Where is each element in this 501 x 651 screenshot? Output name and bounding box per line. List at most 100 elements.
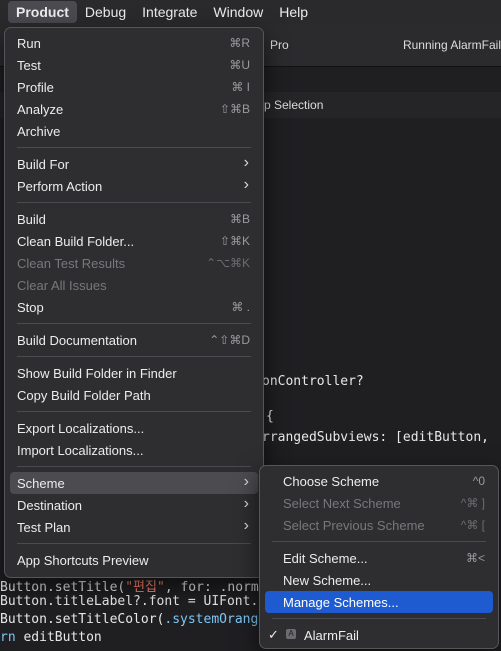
menu-item-clear-all-issues: Clear All Issues — [10, 274, 258, 296]
menu-item-label: Manage Schemes... — [283, 595, 399, 610]
menu-item-build-documentation[interactable]: Build Documentation ⌃⇧⌘D — [10, 329, 258, 351]
menu-item-profile[interactable]: Profile ⌘ I — [10, 76, 258, 98]
menu-item-stop[interactable]: Stop ⌘ . — [10, 296, 258, 318]
menu-item-clean-build-folder[interactable]: Clean Build Folder... ⇧⌘K — [10, 230, 258, 252]
menu-item-run[interactable]: Run ⌘R — [10, 32, 258, 54]
chevron-right-icon: › — [243, 154, 249, 171]
code-line: Button.setTitleColor(.systemOrang — [0, 612, 258, 627]
code-line: { — [266, 409, 274, 424]
menu-item-scheme[interactable]: Scheme › — [10, 472, 258, 494]
code-line: rn editButton — [0, 630, 102, 645]
menu-item-show-build-folder[interactable]: Show Build Folder in Finder — [10, 362, 258, 384]
code-keyword: rn — [0, 630, 16, 645]
menu-item-label: Clear All Issues — [17, 278, 107, 293]
menu-item-perform-action[interactable]: Perform Action › — [10, 175, 258, 197]
menu-item-label: Build Documentation — [17, 333, 137, 348]
menu-item-app-shortcuts-preview[interactable]: App Shortcuts Preview — [10, 549, 258, 571]
code-text: Button.setTitleColor( — [0, 612, 165, 627]
menu-item-label: Destination — [17, 498, 83, 513]
code-text: { — [266, 409, 274, 424]
code-text: Button.setTitle( — [0, 580, 126, 595]
menubar-product[interactable]: Product — [8, 1, 77, 23]
menu-separator — [17, 466, 251, 467]
code-line: Button.setTitle("편집", for: .norm — [0, 576, 259, 595]
menu-item-label: Export Localizations... — [17, 421, 145, 436]
menubar-help[interactable]: Help — [271, 1, 316, 23]
menu-item-shortcut: ^⌘ ] — [460, 496, 485, 510]
menu-item-shortcut: ⌘U — [229, 58, 250, 72]
menu-item-label: Select Previous Scheme — [283, 518, 425, 533]
menu-item-test[interactable]: Test ⌘U — [10, 54, 258, 76]
menu-item-shortcut: ⌘R — [229, 36, 250, 50]
menu-item-test-plan[interactable]: Test Plan › — [10, 516, 258, 538]
code-line: onController? — [262, 374, 364, 389]
checkmark-icon: ✓ — [268, 627, 279, 642]
menu-item-manage-schemes[interactable]: Manage Schemes... — [265, 591, 493, 613]
menu-item-label: Build — [17, 212, 46, 227]
menu-item-label: Test Plan — [17, 520, 71, 535]
code-text: onController? — [262, 374, 364, 389]
menu-separator — [272, 618, 486, 619]
menu-item-label: Test — [17, 58, 41, 73]
menu-item-label: Analyze — [17, 102, 64, 117]
menu-item-label: New Scheme... — [283, 573, 372, 588]
menu-item-label: Select Next Scheme — [283, 496, 401, 511]
code-text: rrangedSubviews: [ — [262, 430, 403, 445]
app-icon: A — [286, 629, 296, 639]
menu-item-label: AlarmFail — [304, 628, 359, 643]
menu-item-archive[interactable]: Archive — [10, 120, 258, 142]
menu-item-label: Stop — [17, 300, 44, 315]
code-text: Button.titleLabel?.font = UIFont. — [0, 594, 259, 609]
menu-separator — [17, 147, 251, 148]
chevron-right-icon: › — [243, 176, 249, 193]
menu-item-new-scheme[interactable]: New Scheme... — [265, 569, 493, 591]
menu-item-build[interactable]: Build ⌘B — [10, 208, 258, 230]
menu-item-shortcut: ⇧⌘B — [219, 102, 250, 116]
menu-item-label: Choose Scheme — [283, 474, 380, 489]
scheme-selector[interactable]: Pro — [270, 38, 289, 52]
menu-item-label: Run — [17, 36, 41, 51]
menu-item-destination[interactable]: Destination › — [10, 494, 258, 516]
menu-separator — [272, 541, 486, 542]
chevron-right-icon: › — [243, 517, 249, 534]
menu-item-label: Show Build Folder in Finder — [17, 366, 177, 381]
menu-item-shortcut: ^0 — [472, 474, 485, 488]
menu-item-label: App Shortcuts Preview — [17, 553, 149, 568]
menu-item-copy-build-folder-path[interactable]: Copy Build Folder Path — [10, 384, 258, 406]
menu-item-analyze[interactable]: Analyze ⇧⌘B — [10, 98, 258, 120]
menu-item-export-localizations[interactable]: Export Localizations... — [10, 417, 258, 439]
menu-item-scheme-alarmfail[interactable]: ✓ A AlarmFail — [265, 624, 493, 646]
menu-separator — [17, 356, 251, 357]
menubar-integrate[interactable]: Integrate — [134, 1, 205, 23]
menubar-debug[interactable]: Debug — [77, 1, 134, 23]
menu-item-edit-scheme[interactable]: Edit Scheme... ⌘< — [265, 547, 493, 569]
code-line: Button.titleLabel?.font = UIFont. — [0, 594, 258, 609]
code-keyword: .systemOrang — [164, 612, 259, 627]
menu-item-label: Archive — [17, 124, 61, 139]
chevron-right-icon: › — [243, 495, 249, 512]
jump-bar-selection[interactable]: p Selection — [264, 98, 323, 112]
menu-item-choose-scheme[interactable]: Choose Scheme ^0 — [265, 470, 493, 492]
menu-item-label: Perform Action — [17, 179, 103, 194]
code-text: editButton, — [402, 430, 497, 445]
menu-item-build-for[interactable]: Build For › — [10, 153, 258, 175]
menu-item-shortcut: ⌘< — [465, 551, 485, 565]
menubar-window[interactable]: Window — [205, 1, 271, 23]
scheme-submenu: Choose Scheme ^0 Select Next Scheme ^⌘ ]… — [259, 465, 499, 649]
menu-separator — [17, 202, 251, 203]
menu-item-import-localizations[interactable]: Import Localizations... — [10, 439, 258, 461]
code-text: , for: .norm — [164, 580, 259, 595]
menu-item-label: Copy Build Folder Path — [17, 388, 151, 403]
menu-item-label: Scheme — [17, 476, 65, 491]
menu-bar: Product Debug Integrate Window Help — [0, 0, 501, 24]
product-menu: Run ⌘R Test ⌘U Profile ⌘ I Analyze ⇧⌘B A… — [4, 27, 264, 578]
menu-item-shortcut: ⌘ I — [231, 80, 250, 94]
menu-item-shortcut: ⌘ . — [231, 300, 250, 314]
code-line: rrangedSubviews: [editButton, — [262, 430, 497, 445]
menu-item-shortcut: ⌃⌥⌘K — [206, 256, 250, 270]
menu-item-shortcut: ⇧⌘K — [219, 234, 250, 248]
menu-item-clean-test-results: Clean Test Results ⌃⌥⌘K — [10, 252, 258, 274]
menu-separator — [17, 543, 251, 544]
code-string: "편집" — [125, 580, 165, 595]
menu-separator — [17, 323, 251, 324]
